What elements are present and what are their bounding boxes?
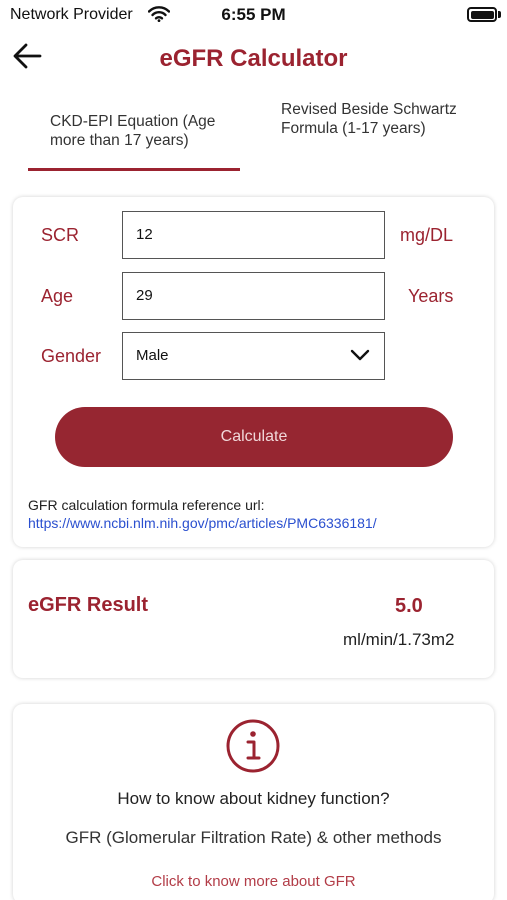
info-subtitle: GFR (Glomerular Filtration Rate) & other… (65, 828, 442, 847)
result-unit: ml/min/1.73m2 (343, 630, 455, 649)
calculator-form-card: SCR 12 mg/DL Age 29 Years Gender Male Ca… (13, 197, 494, 547)
info-question: How to know about kidney function? (117, 789, 390, 808)
result-value: 5.0 (395, 595, 423, 617)
result-label: eGFR Result (28, 594, 149, 616)
age-input[interactable]: 29 (122, 272, 385, 320)
chevron-down-icon (350, 349, 370, 361)
info-card: How to know about kidney function? GFR (… (13, 704, 494, 900)
header: eGFR Calculator (0, 36, 507, 82)
scr-label: SCR (41, 225, 80, 245)
tab-bar: CKD-EPI Equation (Age more than 17 years… (0, 95, 507, 175)
reference-label: GFR calculation formula reference url: (28, 497, 265, 513)
gender-select[interactable]: Male (122, 332, 385, 380)
scr-unit: mg/DL (400, 225, 454, 245)
calculate-button[interactable]: Calculate (55, 407, 453, 467)
gender-select-value: Male (136, 347, 169, 364)
battery-icon (467, 7, 497, 22)
learn-more-link[interactable]: Click to know more about GFR (13, 873, 494, 890)
status-bar: Network Provider 6:55 PM (0, 0, 507, 30)
scr-input[interactable]: 12 (122, 211, 385, 259)
info-icon (226, 719, 280, 773)
result-card: eGFR Result 5.0 ml/min/1.73m2 (13, 560, 494, 678)
age-unit: Years (408, 286, 454, 306)
gender-label: Gender (41, 346, 102, 366)
tab-schwartz[interactable]: Revised Beside Schwartz Formula (1-17 ye… (265, 100, 485, 138)
age-label: Age (41, 286, 74, 306)
battery-cap (498, 11, 501, 18)
page-title: eGFR Calculator (159, 45, 348, 72)
active-tab-indicator (28, 168, 240, 171)
reference-link[interactable]: https://www.ncbi.nlm.nih.gov/pmc/article… (28, 515, 377, 531)
clock: 6:55 PM (221, 5, 286, 24)
